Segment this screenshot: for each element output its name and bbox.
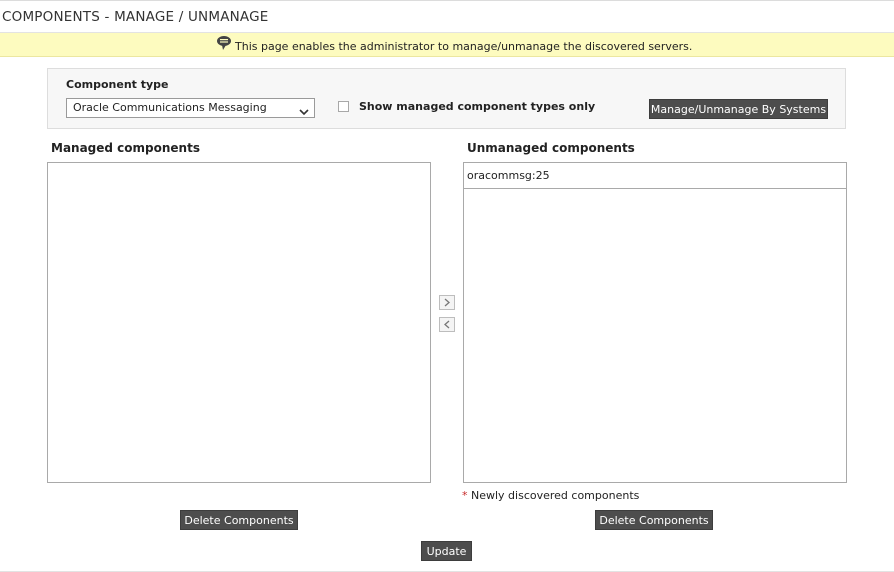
managed-components-heading: Managed components <box>51 141 200 155</box>
newly-discovered-note: * Newly discovered components <box>462 489 639 502</box>
delete-managed-components-button[interactable]: Delete Components <box>180 510 298 530</box>
info-message: This page enables the administrator to m… <box>235 40 693 53</box>
note-marker: * <box>462 489 468 502</box>
page: COMPONENTS - MANAGE / UNMANAGE This page… <box>0 0 894 572</box>
info-bar: This page enables the administrator to m… <box>0 33 894 57</box>
filter-panel: Component type Oracle Communications Mes… <box>47 68 846 129</box>
chevron-left-icon <box>444 320 450 329</box>
chevron-right-icon <box>444 298 450 307</box>
show-managed-only-checkbox[interactable] <box>338 101 349 112</box>
managed-components-list[interactable] <box>47 162 431 483</box>
delete-unmanaged-components-button[interactable]: Delete Components <box>595 510 713 530</box>
update-button[interactable]: Update <box>421 541 472 561</box>
unmanaged-components-heading: Unmanaged components <box>467 141 635 155</box>
component-type-label: Component type <box>66 78 169 91</box>
unmanaged-components-list[interactable]: oracommsg:25 <box>463 162 847 483</box>
manage-by-systems-button[interactable]: Manage/Unmanage By Systems <box>649 99 828 119</box>
component-type-select[interactable]: Oracle Communications Messaging <box>66 98 315 118</box>
list-item[interactable]: oracommsg:25 <box>464 163 846 189</box>
show-managed-only-label[interactable]: Show managed component types only <box>359 100 595 113</box>
speech-bubble-icon <box>216 35 232 51</box>
component-type-value: Oracle Communications Messaging <box>73 101 267 114</box>
note-text: Newly discovered components <box>471 489 640 502</box>
move-to-unmanaged-button[interactable] <box>439 295 455 310</box>
chevron-down-icon <box>299 104 309 116</box>
move-to-managed-button[interactable] <box>439 317 455 332</box>
page-title: COMPONENTS - MANAGE / UNMANAGE <box>2 9 269 25</box>
